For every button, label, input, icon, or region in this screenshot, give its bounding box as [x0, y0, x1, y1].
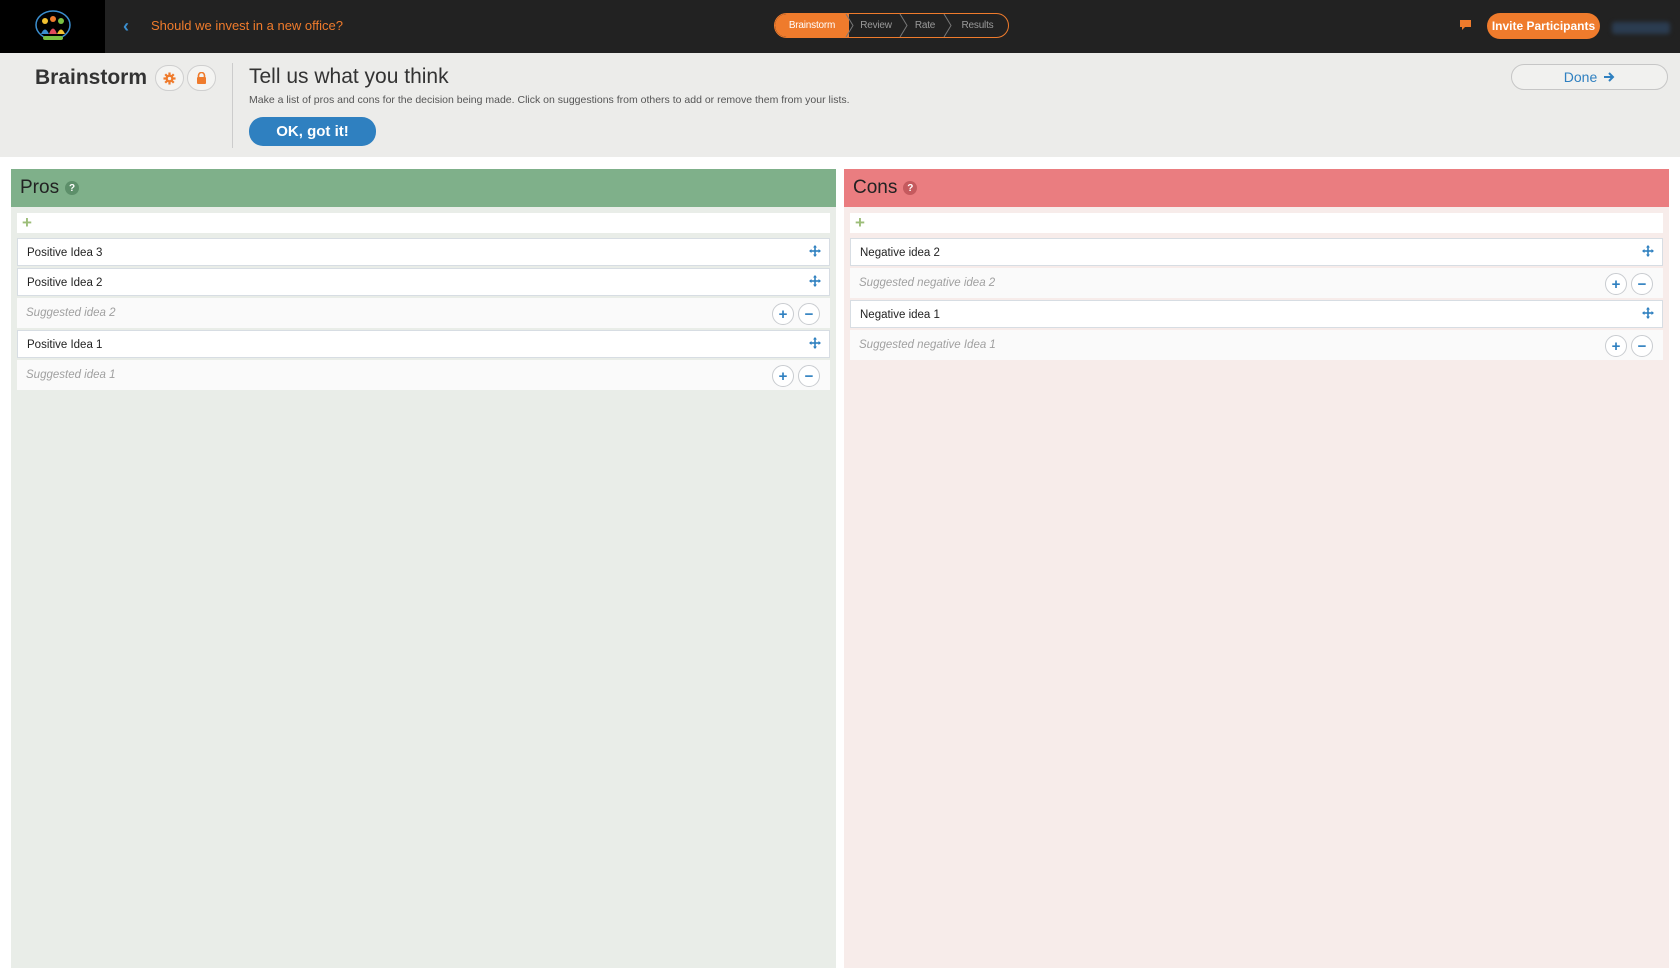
minus-circle-icon: − [804, 367, 814, 385]
idea-item[interactable]: Positive Idea 1 [17, 330, 830, 358]
cons-title: Cons [853, 177, 898, 198]
header-divider [232, 63, 233, 148]
done-button[interactable]: Done [1511, 64, 1668, 90]
arrow-right-icon [1604, 72, 1615, 82]
done-label: Done [1563, 69, 1598, 85]
plus-circle-icon: + [778, 367, 788, 385]
suggestion-label: Suggested negative Idea 1 [859, 339, 996, 351]
top-bar: ‹ Should we invest in a new office? Brai… [0, 0, 1680, 53]
question-icon[interactable]: ? [903, 181, 918, 195]
step-brainstorm[interactable]: Brainstorm [775, 14, 849, 37]
plus-icon: + [855, 213, 865, 232]
cons-header: Cons ? [844, 169, 1669, 207]
add-pro-input[interactable]: + [17, 213, 830, 233]
pros-title: Pros [20, 177, 60, 198]
plus-circle-icon: + [1611, 337, 1621, 355]
reject-suggestion-button[interactable]: − [1631, 335, 1653, 357]
step-results[interactable]: Results [943, 14, 1008, 37]
step-separator-icon [845, 14, 854, 37]
minus-circle-icon: − [804, 305, 814, 323]
chevron-left-icon: ‹ [123, 16, 129, 36]
suggestion-label: Suggested idea 2 [26, 307, 116, 319]
suggestion-label: Suggested idea 1 [26, 369, 116, 381]
step-rate[interactable]: Rate [899, 14, 947, 37]
reject-suggestion-button[interactable]: − [798, 365, 820, 387]
move-icon[interactable] [809, 337, 821, 349]
plus-icon: + [22, 213, 32, 232]
instructions-text: Make a list of pros and cons for the dec… [249, 94, 850, 106]
suggestion-item[interactable]: Suggested negative idea 2 + − [850, 268, 1663, 298]
instructions-title: Tell us what you think [249, 65, 449, 88]
idea-item[interactable]: Negative idea 1 [850, 300, 1663, 328]
idea-item[interactable]: Negative idea 2 [850, 238, 1663, 266]
idea-label: Positive Idea 1 [27, 339, 103, 351]
move-icon[interactable] [1642, 245, 1654, 257]
back-button[interactable]: ‹ [116, 16, 136, 36]
minus-circle-icon: − [1637, 275, 1647, 293]
move-icon[interactable] [809, 245, 821, 257]
plus-circle-icon: + [778, 305, 788, 323]
accept-suggestion-button[interactable]: + [1605, 335, 1627, 357]
suggestion-label: Suggested negative idea 2 [859, 277, 996, 289]
decision-question[interactable]: Should we invest in a new office? [151, 18, 343, 33]
minus-circle-icon: − [1637, 337, 1647, 355]
idea-label: Negative idea 1 [860, 309, 940, 321]
pros-list: Positive Idea 3 Positive Idea 2 Suggested … [17, 238, 830, 390]
ok-got-it-button[interactable]: OK, got it! [249, 117, 376, 146]
app-logo[interactable] [0, 0, 105, 53]
accept-suggestion-button[interactable]: + [1605, 273, 1627, 295]
plus-circle-icon: + [1611, 275, 1621, 293]
invite-participants-button[interactable]: Invite Participants [1487, 13, 1600, 39]
gear-icon [163, 71, 176, 85]
question-icon[interactable]: ? [65, 181, 80, 195]
step-review[interactable]: Review [845, 14, 903, 37]
add-con-input[interactable]: + [850, 213, 1663, 233]
lock-icon [197, 72, 206, 84]
accept-suggestion-button[interactable]: + [772, 365, 794, 387]
cons-column: Cons ? + Negative idea 2 Suggested negati… [844, 169, 1669, 968]
idea-label: Positive Idea 3 [27, 247, 103, 259]
reject-suggestion-button[interactable]: − [798, 303, 820, 325]
step-header: Brainstorm Tell us what you think Make a… [0, 53, 1680, 157]
pros-header: Pros ? [11, 169, 836, 207]
people-logo-icon [34, 9, 71, 40]
suggestion-item[interactable]: Suggested idea 2 + − [17, 298, 830, 328]
idea-item[interactable]: Positive Idea 3 [17, 238, 830, 266]
accept-suggestion-button[interactable]: + [772, 303, 794, 325]
step-separator-icon [943, 14, 952, 37]
step-separator-icon [899, 14, 908, 37]
reject-suggestion-button[interactable]: − [1631, 273, 1653, 295]
cons-list: Negative idea 2 Suggested negative idea 2… [850, 238, 1663, 360]
idea-label: Positive Idea 2 [27, 277, 103, 289]
move-icon[interactable] [1642, 307, 1654, 319]
pros-column: Pros ? + Positive Idea 3 Positive Idea 2 S… [11, 169, 836, 968]
lock-button[interactable] [187, 65, 216, 91]
idea-label: Negative idea 2 [860, 247, 940, 259]
suggestion-item[interactable]: Suggested idea 1 + − [17, 360, 830, 390]
suggestion-item[interactable]: Suggested negative Idea 1 + − [850, 330, 1663, 360]
move-icon[interactable] [809, 275, 821, 287]
chat-icon[interactable] [1459, 19, 1472, 31]
page-title: Brainstorm [35, 66, 148, 89]
settings-button[interactable] [155, 65, 184, 91]
idea-item[interactable]: Positive Idea 2 [17, 268, 830, 296]
user-menu[interactable] [1612, 22, 1670, 34]
step-navigator: Brainstorm Review Rate Results [774, 13, 1009, 38]
